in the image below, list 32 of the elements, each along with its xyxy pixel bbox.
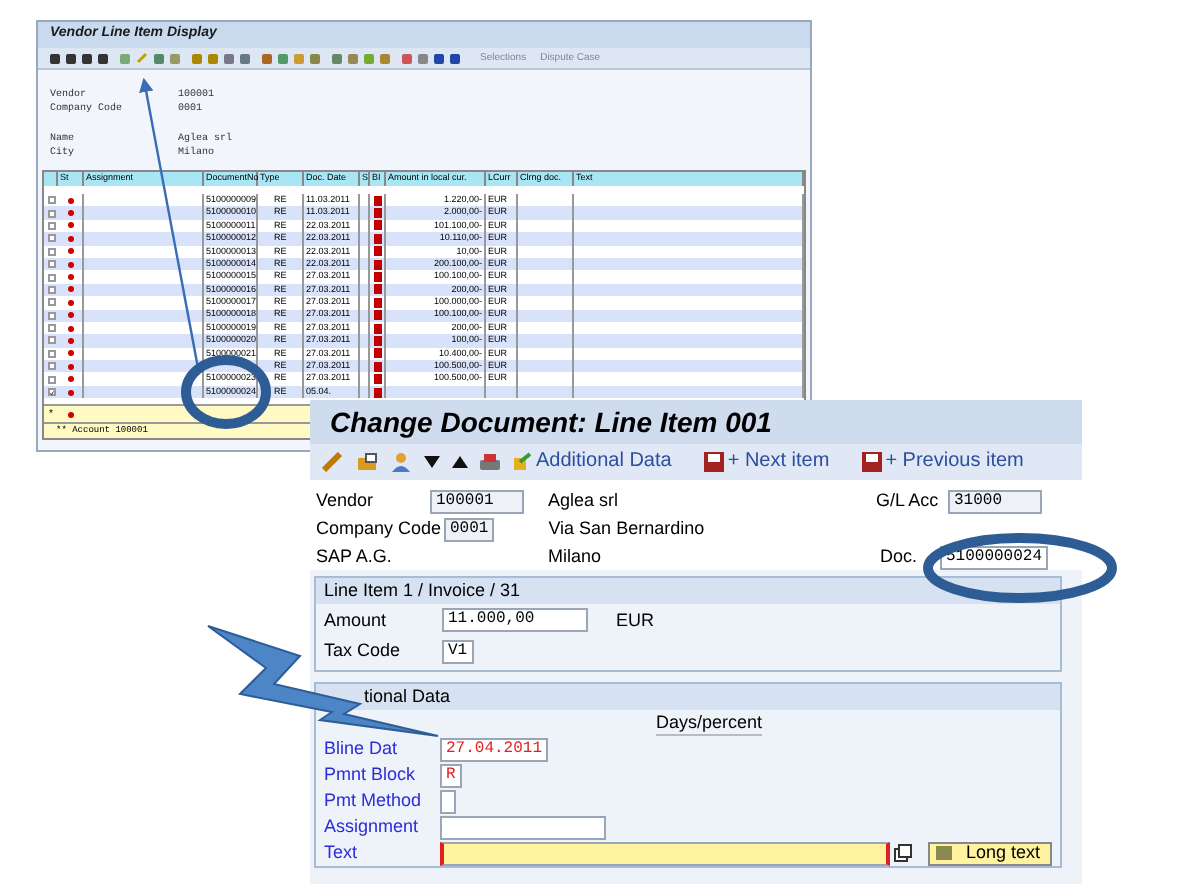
input-field[interactable]: R	[440, 763, 462, 787]
field-label: Vendor	[316, 490, 376, 512]
field-label: Doc.	[880, 546, 920, 568]
field-label: Company Code	[316, 518, 444, 540]
input-field[interactable]: V1	[442, 639, 474, 663]
input-field[interactable]: 31000	[948, 489, 1042, 513]
input-field[interactable]: 27.04.2011	[440, 737, 549, 761]
text: Milano	[548, 546, 604, 568]
text: SAP A.G.	[316, 546, 394, 568]
toolbar-button[interactable]: + Previous item	[861, 452, 1024, 472]
field-label: Tax Code	[324, 640, 403, 662]
text: Aglea srl	[548, 490, 621, 512]
text: EUR	[616, 609, 655, 631]
field-label: Pmnt Block	[324, 764, 418, 786]
group-title: Line Item 1 / Invoice / 31	[324, 580, 521, 602]
field-label: G/L Acc	[876, 490, 941, 512]
input-field[interactable]: 100001	[430, 489, 524, 513]
toolbar-button[interactable]: Additional Data	[512, 452, 672, 472]
toolbar-button[interactable]: + Next item	[703, 452, 830, 472]
window-title: Change Document: Line Item 001	[330, 403, 772, 442]
field-label: Pmt Method	[324, 790, 424, 812]
field-label: Bline Dat	[324, 738, 400, 760]
text: Via San Bernardino	[548, 518, 705, 540]
field-label: Assignment	[324, 816, 421, 838]
input-field[interactable]: 11.000,00	[442, 608, 588, 632]
field-label: Amount	[324, 609, 389, 631]
field-label: Text	[324, 842, 360, 864]
input-field[interactable]: 0001	[444, 517, 495, 541]
group-title: tional Data	[364, 686, 451, 708]
long-text-button[interactable]: Long text	[928, 841, 1052, 865]
input-field[interactable]: 5100000024	[940, 545, 1049, 569]
column-heading: Days/percent	[656, 711, 763, 735]
